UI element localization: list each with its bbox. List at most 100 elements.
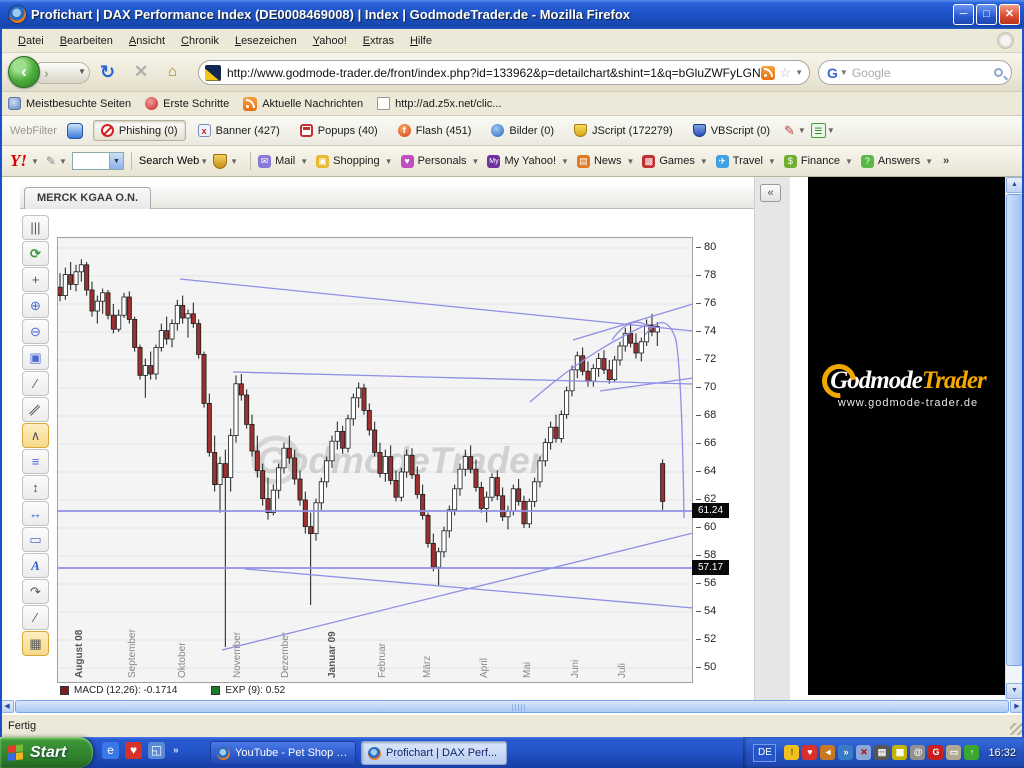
refresh-icon[interactable]: ⟳ bbox=[22, 241, 49, 266]
update-swirl-icon[interactable]: @ bbox=[910, 745, 925, 760]
heart-app-icon[interactable]: ♥ bbox=[125, 742, 142, 759]
search-placeholder[interactable]: Google bbox=[852, 66, 994, 80]
modem-icon[interactable]: ▭ bbox=[946, 745, 961, 760]
forward-button[interactable]: › bbox=[44, 65, 49, 81]
start-button[interactable]: Start bbox=[0, 737, 93, 768]
vertical-scroll-thumb[interactable] bbox=[1006, 194, 1022, 666]
bookmark-item[interactable]: http://ad.z5x.net/clic... bbox=[377, 97, 501, 110]
show-desktop-icon[interactable]: ◱ bbox=[148, 742, 165, 759]
home-button[interactable]: ⌂ bbox=[168, 63, 177, 80]
menu-datei[interactable]: Datei bbox=[10, 32, 52, 50]
yahoo-personals-button[interactable]: ♥Personals▼ bbox=[401, 155, 485, 168]
horizontal-scrollbar[interactable]: ◀ ▶ bbox=[0, 700, 1024, 713]
keyboard-icon[interactable]: ▤ bbox=[874, 745, 889, 760]
webfilter-phishing-button[interactable]: Phishing (0) bbox=[93, 120, 186, 141]
yahoo-shield-icon[interactable] bbox=[213, 154, 227, 169]
chart-type-icon[interactable]: ||| bbox=[22, 215, 49, 240]
close-button[interactable]: ✕ bbox=[999, 4, 1020, 25]
minimize-button[interactable]: ─ bbox=[953, 4, 974, 25]
menu-extras[interactable]: Extras bbox=[355, 32, 402, 50]
yahoo-shopping-button[interactable]: ▣Shopping▼ bbox=[316, 155, 397, 168]
text-tool-icon[interactable]: A bbox=[22, 553, 49, 578]
webfilter-vbscript-button[interactable]: VBScript (0) bbox=[685, 120, 778, 141]
fib-retracement-icon[interactable]: ≡ bbox=[22, 449, 49, 474]
snapshot-icon[interactable]: ▣ bbox=[22, 345, 49, 370]
language-indicator[interactable]: DE bbox=[753, 744, 776, 762]
webfilter-pin-icon[interactable] bbox=[67, 123, 83, 139]
internet-explorer-icon[interactable]: e bbox=[102, 742, 119, 759]
crosshair-icon[interactable]: + bbox=[22, 267, 49, 292]
webfilter-jscript-button[interactable]: JScript (172279) bbox=[566, 120, 681, 141]
chart-plot[interactable]: GodmodeTraderAugust 08SeptemberOktoberNo… bbox=[57, 237, 693, 683]
menu-bearbeiten[interactable]: Bearbeiten bbox=[52, 32, 121, 50]
menu-hilfe[interactable]: Hilfe bbox=[402, 32, 440, 50]
volume-icon[interactable]: ◄ bbox=[820, 745, 835, 760]
search-box[interactable]: G ▼ Google bbox=[818, 60, 1012, 85]
webfilter-flash-button[interactable]: fFlash (451) bbox=[390, 120, 480, 141]
rectangle-icon[interactable]: ▭ bbox=[22, 527, 49, 552]
menu-chronik[interactable]: Chronik bbox=[173, 32, 227, 50]
webfilter-popups-button[interactable]: Popups (40) bbox=[292, 120, 386, 141]
horizontal-line-icon[interactable]: ↔ bbox=[22, 501, 49, 526]
webfilter-banner-button[interactable]: xBanner (427) bbox=[190, 120, 288, 141]
vertical-scrollbar[interactable]: ▲ ▼ bbox=[1005, 177, 1022, 700]
bookmark-item[interactable]: Erste Schritte bbox=[145, 97, 229, 110]
gdata-shield-icon[interactable]: G bbox=[928, 745, 943, 760]
task-button[interactable]: YouTube - Pet Shop B... bbox=[210, 741, 356, 765]
webfilter-bilder-button[interactable]: Bilder (0) bbox=[483, 120, 562, 141]
pitchfork-icon[interactable]: ∧ bbox=[22, 423, 49, 448]
zoom-out-icon[interactable]: ⊖ bbox=[22, 319, 49, 344]
menu-ansicht[interactable]: Ansicht bbox=[121, 32, 173, 50]
url-dropdown-icon[interactable]: ▼ bbox=[795, 68, 803, 77]
yahoo-games-button[interactable]: ▩Games▼ bbox=[642, 155, 712, 168]
usb-device-icon[interactable]: ↑ bbox=[964, 745, 979, 760]
toolbar-overflow-chevron[interactable]: » bbox=[943, 155, 949, 167]
menu-lesezeichen[interactable]: Lesezeichen bbox=[227, 32, 305, 50]
search-web-button[interactable]: Search Web bbox=[139, 155, 199, 167]
mlcm-icon[interactable]: ▦ bbox=[892, 745, 907, 760]
pattern-icon[interactable]: ▦ bbox=[22, 631, 49, 656]
url-text[interactable]: http://www.godmode-trader.de/front/index… bbox=[227, 66, 761, 80]
taskbar-clock[interactable]: 16:32 bbox=[988, 747, 1016, 759]
bookmark-item[interactable]: Aktuelle Nachrichten bbox=[243, 97, 363, 111]
security-alert-icon[interactable]: ! bbox=[784, 745, 799, 760]
yahoo-news-button[interactable]: ▤News▼ bbox=[577, 155, 639, 168]
yahoo-logo[interactable]: Y! bbox=[10, 151, 27, 171]
network-disconnected-icon[interactable]: ✕ bbox=[856, 745, 871, 760]
yahoo-mail-button[interactable]: ✉Mail▼ bbox=[258, 155, 313, 168]
url-bar[interactable]: http://www.godmode-trader.de/front/index… bbox=[198, 60, 810, 85]
rss-icon[interactable] bbox=[761, 66, 775, 80]
wireless-network-icon[interactable]: » bbox=[838, 745, 853, 760]
yahoo-my-yahoo-button[interactable]: MyMy Yahoo!▼ bbox=[487, 155, 574, 168]
yahoo-answers-button[interactable]: ?Answers▼ bbox=[861, 155, 938, 168]
stop-button[interactable]: ✕ bbox=[134, 62, 148, 82]
resize-grip[interactable] bbox=[1010, 723, 1022, 735]
scroll-down-icon[interactable]: ▼ bbox=[1006, 683, 1022, 699]
zoom-in-icon[interactable]: ⊕ bbox=[22, 293, 49, 318]
checklist-icon[interactable]: ☰ bbox=[811, 123, 826, 138]
maximize-button[interactable]: □ bbox=[976, 4, 997, 25]
horizontal-scroll-thumb[interactable] bbox=[15, 700, 1009, 713]
sidebar-collapse-button[interactable]: « bbox=[760, 184, 781, 202]
trendline-icon[interactable]: ∕ bbox=[22, 371, 49, 396]
vertical-line-icon[interactable]: ↕ bbox=[22, 475, 49, 500]
chart-tab-merck[interactable]: MERCK KGAA O.N. bbox=[24, 187, 151, 209]
bookmark-star-icon[interactable]: ☆ bbox=[779, 65, 791, 81]
reload-button[interactable]: ↻ bbox=[100, 62, 115, 83]
task-button[interactable]: Profichart | DAX Perf... bbox=[361, 741, 507, 765]
history-dropdown-icon[interactable]: ▼ bbox=[78, 67, 86, 76]
scroll-left-icon[interactable]: ◀ bbox=[0, 700, 14, 713]
yahoo-search-input[interactable]: ▼ bbox=[72, 152, 124, 170]
edit-pencil-icon[interactable]: ✎ bbox=[784, 123, 795, 139]
menu-yahoo[interactable]: Yahoo! bbox=[305, 32, 355, 50]
yahoo-finance-button[interactable]: $Finance▼ bbox=[784, 155, 858, 168]
search-engine-dropdown-icon[interactable]: ▼ bbox=[840, 68, 848, 77]
yahoo-pencil-icon[interactable]: ✎ bbox=[46, 154, 56, 168]
yahoo-travel-button[interactable]: ✈Travel▼ bbox=[716, 155, 781, 168]
search-magnifier-icon[interactable] bbox=[994, 68, 1003, 77]
heart-tray-icon[interactable]: ♥ bbox=[802, 745, 817, 760]
fib-arc-icon[interactable]: ↷ bbox=[22, 579, 49, 604]
back-button[interactable]: ‹ bbox=[8, 56, 40, 88]
scroll-up-icon[interactable]: ▲ bbox=[1006, 177, 1022, 193]
parallel-channel-icon[interactable]: ∥ bbox=[22, 397, 49, 422]
